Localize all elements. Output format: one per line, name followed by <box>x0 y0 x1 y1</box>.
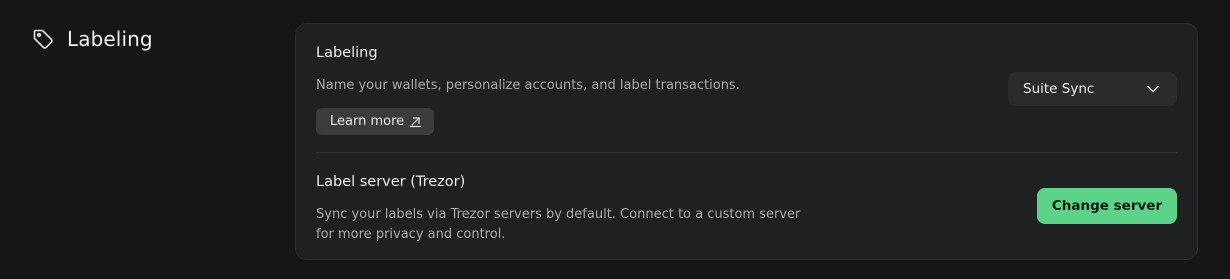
labeling-sync-select-value: Suite Sync <box>1023 81 1095 97</box>
section-heading: Labeling <box>31 27 153 51</box>
labeling-title: Labeling <box>316 45 378 61</box>
label-server-description: Sync your labels via Trezor servers by d… <box>316 207 801 242</box>
labeling-row: Labeling Name your wallets, personalize … <box>316 43 1177 155</box>
learn-more-label: Learn more <box>330 114 405 129</box>
label-server-row: Label server (Trezor) Sync your labels v… <box>316 172 1177 244</box>
labeling-sync-select[interactable]: Suite Sync <box>1008 72 1177 106</box>
change-server-button[interactable]: Change server <box>1037 188 1177 224</box>
learn-more-button[interactable]: Learn more <box>316 108 435 135</box>
tag-icon <box>31 27 55 51</box>
settings-page: Labeling Labeling Name your wallets, per… <box>0 0 1230 279</box>
section-title: Labeling <box>67 27 153 51</box>
labeling-description: Name your wallets, personalize accounts,… <box>316 78 740 93</box>
divider <box>316 152 1177 153</box>
chevron-down-icon <box>1145 81 1161 97</box>
external-link-icon <box>409 115 422 128</box>
labeling-settings-card: Labeling Name your wallets, personalize … <box>295 23 1198 260</box>
